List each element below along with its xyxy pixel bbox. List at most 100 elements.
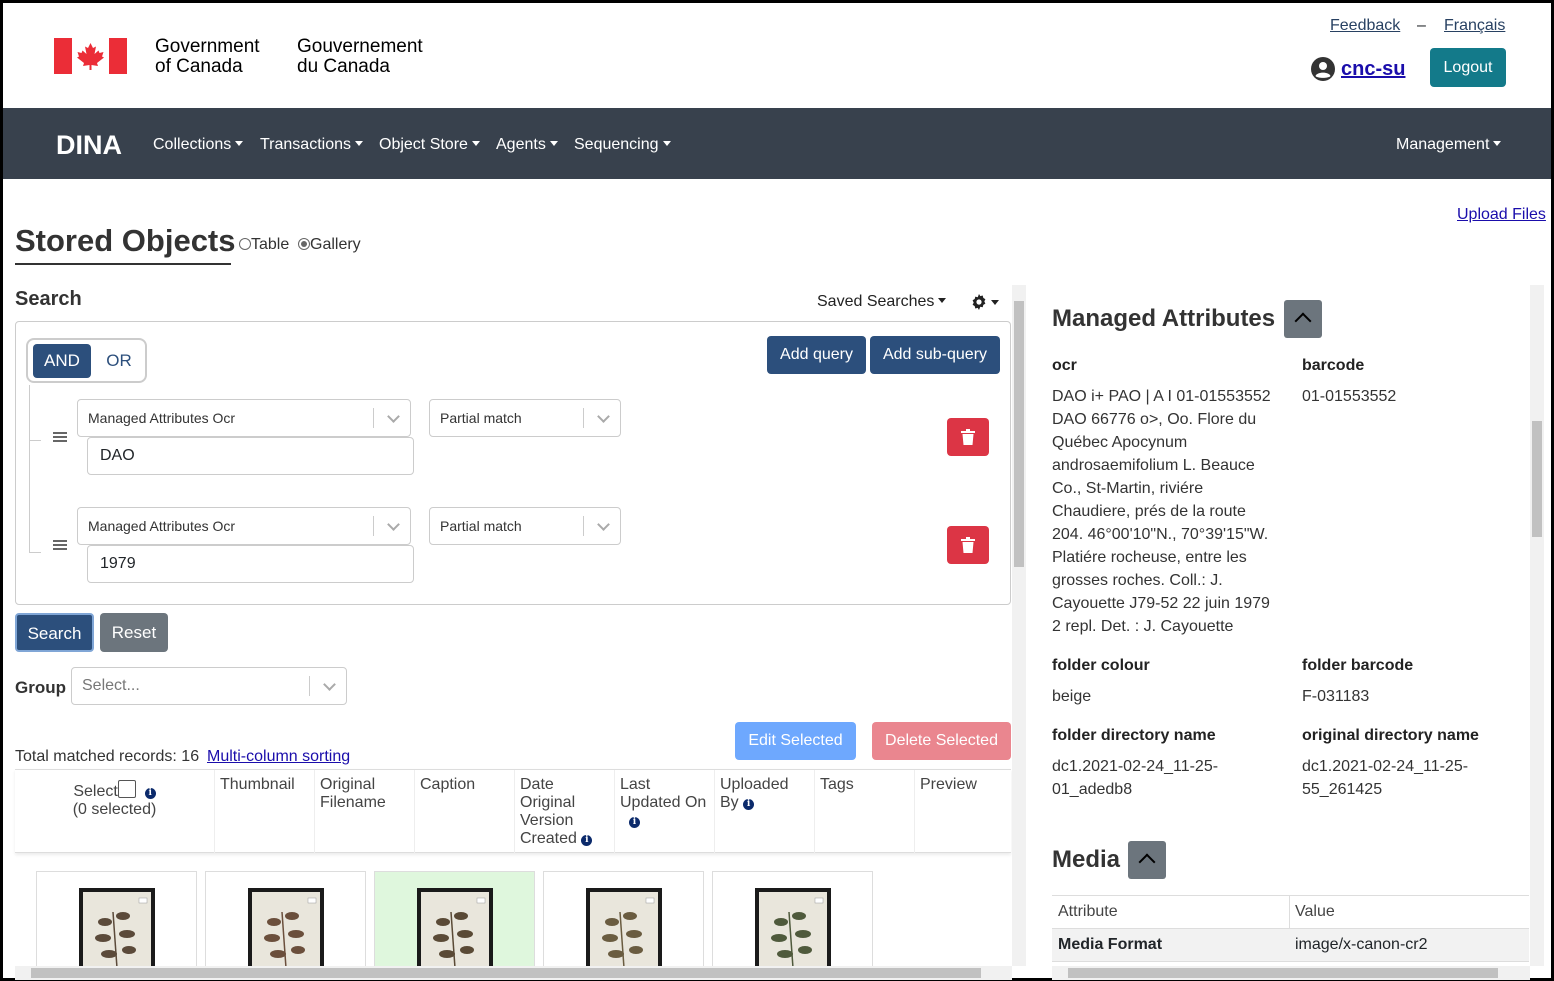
ocr-line: 204. 46°00'10"N., 70°39'15"W. bbox=[1052, 526, 1269, 543]
media-table: Attribute Value Media Format image/x-can… bbox=[1052, 895, 1529, 962]
col-original-filename[interactable]: Original Filename bbox=[315, 770, 415, 854]
username-link[interactable]: cnc-su bbox=[1341, 58, 1405, 81]
nav-agents[interactable]: Agents bbox=[496, 136, 558, 154]
delete-selected-button[interactable]: Delete Selected bbox=[872, 722, 1011, 760]
col-uploaded-by[interactable]: Uploaded By i bbox=[715, 770, 815, 854]
scrollbar-thumb[interactable] bbox=[1014, 301, 1024, 567]
gov-en-line2: of Canada bbox=[155, 56, 243, 77]
gallery-card[interactable] bbox=[36, 871, 197, 967]
caret-down-icon bbox=[938, 298, 947, 303]
or-button[interactable]: OR bbox=[98, 344, 140, 378]
attr-original-dir-key: original directory name bbox=[1302, 727, 1479, 744]
search-settings-dropdown[interactable] bbox=[971, 294, 999, 313]
caret-down-icon bbox=[549, 141, 558, 146]
attr-folder-colour-key: folder colour bbox=[1052, 657, 1150, 674]
col-tags[interactable]: Tags bbox=[815, 770, 915, 854]
search-button[interactable]: Search bbox=[15, 613, 94, 652]
info-icon[interactable]: i bbox=[581, 835, 593, 846]
edit-selected-button[interactable]: Edit Selected bbox=[735, 722, 856, 760]
scrollbar-thumb[interactable] bbox=[1068, 968, 1498, 978]
left-horizontal-scrollbar[interactable] bbox=[15, 966, 1012, 980]
caret-down-icon bbox=[355, 141, 363, 146]
view-gallery-radio[interactable]: Gallery bbox=[298, 236, 361, 254]
delete-row-button[interactable] bbox=[947, 418, 989, 456]
reset-button[interactable]: Reset bbox=[100, 613, 168, 652]
col-date-line4: Created bbox=[520, 830, 577, 847]
delete-row-button[interactable] bbox=[947, 526, 989, 564]
field-select[interactable]: Managed Attributes Ocr bbox=[77, 507, 411, 545]
specimen-thumbnail[interactable] bbox=[79, 888, 155, 967]
tree-branch bbox=[29, 552, 41, 553]
nav-collections[interactable]: Collections bbox=[153, 136, 244, 154]
query-value-input[interactable]: DAO bbox=[87, 437, 414, 475]
media-attr-name: Media Format bbox=[1058, 936, 1163, 953]
chevron-down-icon bbox=[387, 518, 400, 531]
info-icon[interactable]: i bbox=[144, 788, 156, 799]
col-preview[interactable]: Preview bbox=[915, 770, 1011, 854]
drag-handle-icon[interactable] bbox=[53, 540, 67, 550]
specimen-image bbox=[771, 897, 824, 967]
nav-management[interactable]: Management bbox=[1396, 136, 1502, 154]
col-select-label: Select bbox=[73, 783, 118, 800]
collapse-managed-attributes-button[interactable] bbox=[1284, 300, 1322, 338]
col-last-updated[interactable]: Last Updated On i bbox=[615, 770, 715, 854]
col-date-line3: Version bbox=[520, 812, 574, 829]
col-caption[interactable]: Caption bbox=[415, 770, 515, 854]
specimen-thumbnail[interactable] bbox=[586, 888, 662, 967]
gallery-card[interactable] bbox=[543, 871, 704, 967]
scrollbar-thumb[interactable] bbox=[31, 968, 981, 978]
media-attr-value: image/x-canon-cr2 bbox=[1295, 936, 1428, 953]
match-type-value: Partial match bbox=[440, 410, 522, 426]
radio-table[interactable] bbox=[239, 238, 251, 250]
specimen-image bbox=[264, 897, 317, 967]
nav-object-store[interactable]: Object Store bbox=[379, 136, 480, 154]
right-vertical-scrollbar[interactable] bbox=[1530, 285, 1544, 966]
results-table-header: Select i (0 selected) Thumbnail Original… bbox=[15, 769, 1011, 854]
view-table-radio[interactable]: Table bbox=[239, 236, 289, 254]
col-updated-line2: Updated On bbox=[620, 794, 707, 811]
column-divider bbox=[1289, 895, 1290, 928]
specimen-thumbnail[interactable] bbox=[755, 888, 831, 967]
query-value-input[interactable]: 1979 bbox=[87, 545, 414, 583]
group-select[interactable]: Select... bbox=[71, 667, 347, 705]
gallery-card[interactable] bbox=[205, 871, 366, 967]
nav-transactions[interactable]: Transactions bbox=[260, 136, 363, 154]
field-select[interactable]: Managed Attributes Ocr bbox=[77, 399, 411, 437]
ocr-line: grosses roches. Coll.: J. bbox=[1052, 572, 1223, 589]
col-filename-line2: Filename bbox=[320, 794, 386, 811]
scrollbar-thumb[interactable] bbox=[1532, 421, 1542, 537]
info-icon[interactable]: i bbox=[629, 817, 640, 828]
drag-handle-icon[interactable] bbox=[53, 432, 67, 442]
collapse-media-button[interactable] bbox=[1128, 841, 1166, 879]
brand-logo[interactable]: DINA bbox=[56, 130, 122, 161]
group-select-placeholder: Select... bbox=[82, 677, 140, 694]
nav-sequencing[interactable]: Sequencing bbox=[574, 136, 671, 154]
left-vertical-scrollbar[interactable] bbox=[1012, 285, 1026, 966]
info-icon[interactable]: i bbox=[743, 799, 755, 810]
col-preview-label: Preview bbox=[920, 776, 977, 793]
radio-gallery[interactable] bbox=[298, 238, 310, 250]
col-thumbnail[interactable]: Thumbnail bbox=[215, 770, 315, 854]
gallery-card[interactable] bbox=[374, 871, 535, 967]
logout-button[interactable]: Logout bbox=[1430, 48, 1506, 87]
specimen-thumbnail[interactable] bbox=[417, 888, 493, 967]
col-date-created[interactable]: Date Original Version Created i bbox=[515, 770, 615, 854]
folder-dir-line: dc1.2021-02-24_11-25- bbox=[1052, 758, 1219, 775]
saved-searches-dropdown[interactable]: Saved Searches bbox=[817, 293, 947, 311]
language-toggle-link[interactable]: Français bbox=[1444, 17, 1505, 35]
right-horizontal-scrollbar[interactable] bbox=[1052, 966, 1530, 980]
title-underline bbox=[15, 263, 231, 265]
upload-files-link[interactable]: Upload Files bbox=[1457, 206, 1546, 224]
match-type-select[interactable]: Partial match bbox=[429, 399, 621, 437]
and-button[interactable]: AND bbox=[33, 344, 91, 378]
ocr-line: androsaemifolium L. Beauce bbox=[1052, 457, 1255, 474]
selected-count: (0 selected) bbox=[72, 801, 157, 818]
specimen-thumbnail[interactable] bbox=[248, 888, 324, 967]
gallery-card[interactable] bbox=[712, 871, 873, 967]
add-sub-query-button[interactable]: Add sub-query bbox=[870, 336, 1000, 374]
add-query-button[interactable]: Add query bbox=[767, 336, 866, 374]
feedback-link[interactable]: Feedback bbox=[1330, 17, 1400, 35]
multi-column-sorting-link[interactable]: Multi-column sorting bbox=[207, 748, 350, 766]
match-type-select[interactable]: Partial match bbox=[429, 507, 621, 545]
select-all-checkbox[interactable] bbox=[117, 780, 136, 798]
